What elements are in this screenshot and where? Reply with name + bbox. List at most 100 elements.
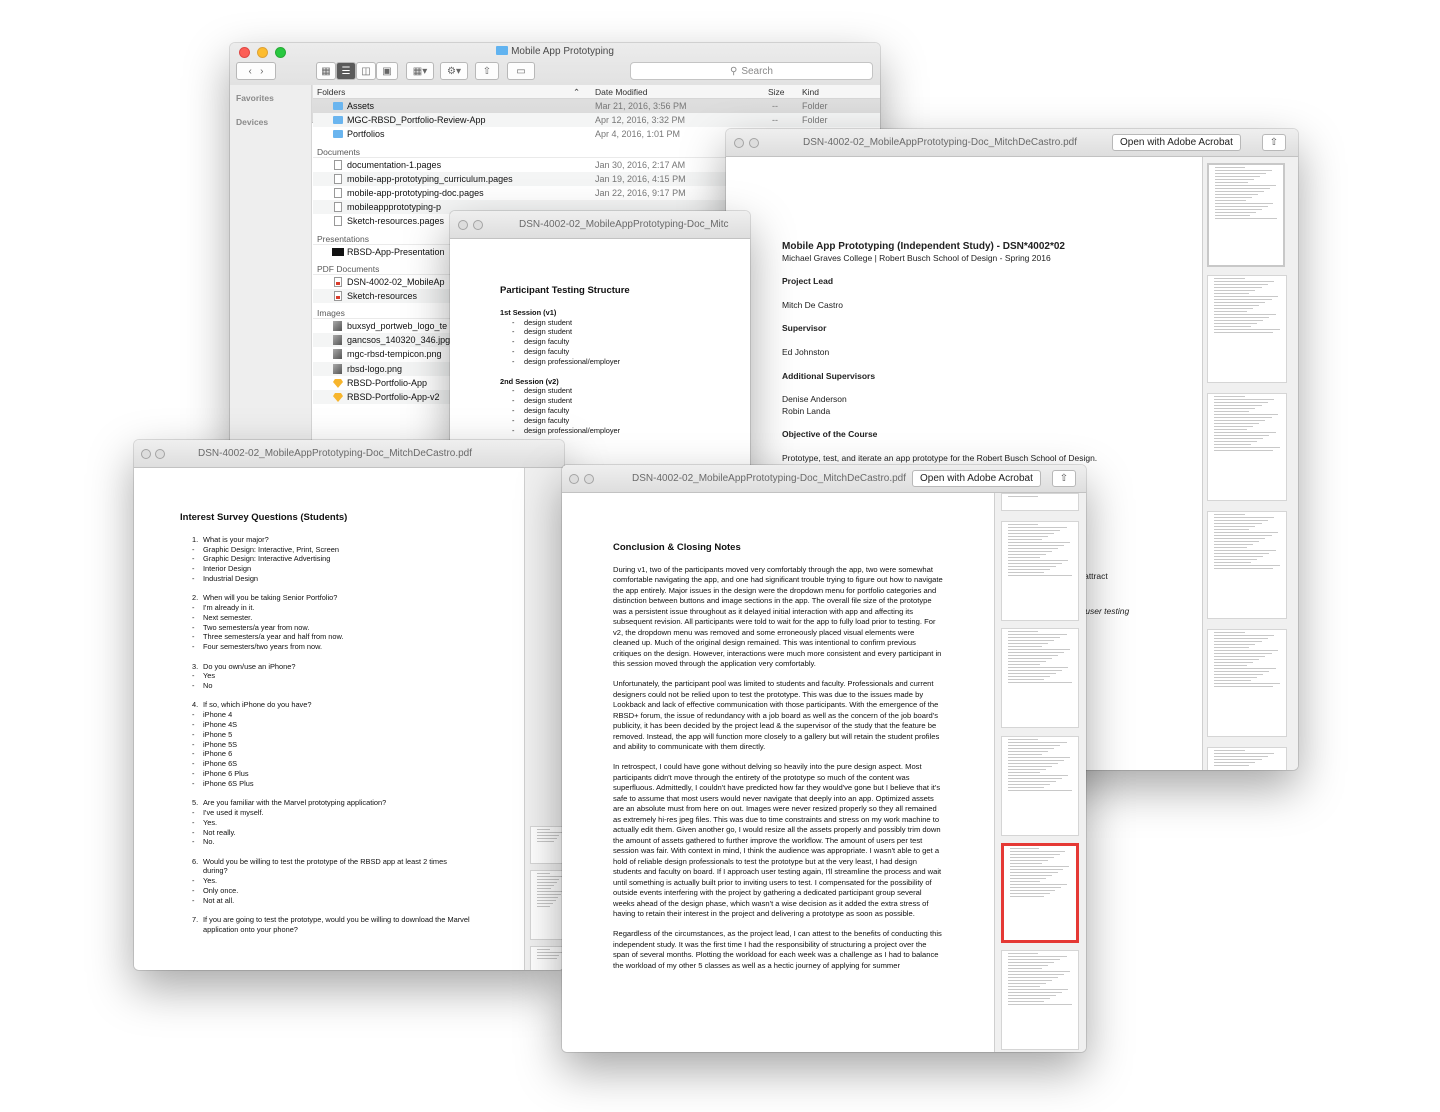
thumbnail-line bbox=[1214, 408, 1256, 409]
participant-item: design student bbox=[512, 386, 750, 396]
thumbnail-line bbox=[1008, 527, 1067, 528]
participant-text: design faculty bbox=[524, 415, 570, 425]
page-thumbnail[interactable] bbox=[530, 870, 564, 940]
share-button[interactable]: ⇧ bbox=[475, 62, 499, 80]
doc-icon bbox=[334, 187, 342, 198]
column-view-button[interactable]: ◫ bbox=[356, 62, 376, 80]
thumbnail-line bbox=[1008, 670, 1062, 671]
pdf-icon bbox=[334, 276, 342, 287]
doc-icon bbox=[334, 173, 342, 184]
share-icon[interactable]: ⇧ bbox=[1262, 134, 1286, 151]
minimize-button[interactable] bbox=[584, 474, 594, 484]
page-thumbnail[interactable] bbox=[1207, 393, 1287, 501]
close-button[interactable] bbox=[458, 220, 468, 230]
page-thumbnail[interactable] bbox=[1207, 747, 1287, 770]
column-kind[interactable]: Kind bbox=[802, 87, 819, 97]
cover-flow-button[interactable]: ▣ bbox=[376, 62, 398, 80]
answer-option: - Two semesters/a year from now. bbox=[180, 623, 524, 633]
doc-icon bbox=[334, 216, 342, 227]
share-icon[interactable]: ⇧ bbox=[1052, 470, 1076, 487]
list-view-button[interactable]: ☰ bbox=[336, 62, 356, 80]
file-name: MGC-RBSD_Portfolio-Review-App bbox=[347, 115, 486, 126]
thumbnail-line bbox=[537, 882, 557, 883]
thumbnail-line bbox=[1214, 674, 1264, 675]
thumbnail-line bbox=[1214, 411, 1250, 412]
close-button[interactable] bbox=[569, 474, 579, 484]
bullet-dash: - bbox=[192, 622, 195, 632]
option-text: iPhone 6 bbox=[203, 749, 233, 759]
thumbnail-line bbox=[1008, 968, 1043, 969]
thumbnail-line bbox=[537, 906, 551, 907]
thumbnail-line bbox=[1214, 284, 1268, 285]
bullet-dash: - bbox=[192, 895, 195, 905]
thumbnail-line bbox=[537, 829, 550, 830]
thumbnail-line bbox=[1214, 517, 1275, 518]
thumbnail-line bbox=[1214, 683, 1280, 684]
page-thumbnail[interactable] bbox=[1001, 736, 1079, 836]
close-button[interactable] bbox=[141, 449, 151, 459]
page-thumbnail[interactable] bbox=[530, 946, 564, 970]
answer-option: - Yes. bbox=[180, 818, 524, 828]
thumbnail-line bbox=[1214, 541, 1260, 542]
tags-button[interactable]: ▭ bbox=[507, 62, 535, 80]
minimize-button[interactable] bbox=[473, 220, 483, 230]
img-icon bbox=[333, 321, 342, 332]
page-thumbnail-selected[interactable] bbox=[1001, 843, 1079, 943]
page-thumbnail[interactable] bbox=[1207, 629, 1287, 737]
icon-view-button[interactable]: ▦ bbox=[316, 62, 336, 80]
thumbnail-line bbox=[537, 885, 554, 886]
page-thumbnail[interactable] bbox=[1207, 275, 1287, 383]
page-thumbnail[interactable] bbox=[1001, 628, 1079, 728]
sidebar-section-devices[interactable]: Devices bbox=[236, 117, 305, 127]
folder-icon bbox=[333, 102, 343, 110]
file-size: -- bbox=[772, 101, 778, 111]
column-name[interactable]: Folders bbox=[317, 87, 345, 97]
file-row[interactable]: MGC-RBSD_Portfolio-Review-App Apr 12, 201… bbox=[313, 113, 880, 128]
action-gear-button[interactable]: ⚙▾ bbox=[440, 62, 468, 80]
thumbnail-line bbox=[1214, 632, 1246, 633]
minimize-button[interactable] bbox=[749, 138, 759, 148]
thumbnail-line bbox=[1008, 560, 1069, 561]
thumbnail-line bbox=[1214, 441, 1257, 442]
option-text: iPhone 6S bbox=[203, 759, 238, 769]
page-thumbnail[interactable] bbox=[530, 826, 564, 864]
doc-subtitle: Michael Graves College | Robert Busch Sc… bbox=[782, 252, 1051, 263]
bullet-dash: - bbox=[192, 817, 195, 827]
close-button[interactable] bbox=[734, 138, 744, 148]
thumbnail-line bbox=[537, 888, 552, 889]
thumbnail-line bbox=[537, 876, 562, 877]
file-row[interactable]: Assets Mar 21, 2016, 3:56 PM -- Folder bbox=[313, 99, 880, 113]
sidebar-section-favorites[interactable]: Favorites bbox=[236, 93, 305, 103]
page-thumbnail[interactable] bbox=[1001, 493, 1079, 511]
thumbnail-line bbox=[1008, 983, 1046, 984]
page-thumbnail[interactable] bbox=[1207, 511, 1287, 619]
img-icon bbox=[333, 335, 342, 346]
minimize-button[interactable] bbox=[155, 449, 165, 459]
option-text: Yes. bbox=[203, 817, 218, 827]
objective-label: Objective of the Course bbox=[782, 429, 878, 440]
thumbnail-line bbox=[1008, 554, 1046, 555]
thumbnail-line bbox=[1008, 998, 1050, 999]
search-field[interactable]: ⚲ Search bbox=[630, 62, 873, 80]
thumbnail-line bbox=[1214, 668, 1276, 669]
column-date[interactable]: Date Modified bbox=[595, 87, 647, 97]
thumbnail-line bbox=[1214, 750, 1246, 751]
window-title: DSN-4002-02_MobileAppPrototyping-Doc_Mit… bbox=[519, 219, 729, 230]
folder-icon bbox=[333, 116, 343, 125]
column-size[interactable]: Size bbox=[768, 87, 785, 97]
participant-text: design professional/employer bbox=[524, 425, 621, 435]
thumbnail-line bbox=[537, 832, 562, 833]
participant-item: design faculty bbox=[512, 406, 750, 416]
thumbnail-line bbox=[1008, 989, 1069, 990]
thumbnail-line bbox=[1214, 423, 1260, 424]
supervisor-label: Supervisor bbox=[782, 323, 827, 334]
page-thumbnail[interactable] bbox=[1001, 521, 1079, 621]
back-forward-buttons[interactable]: ‹ › bbox=[236, 62, 276, 80]
arrange-button[interactable]: ▦▾ bbox=[406, 62, 434, 80]
page-thumbnail[interactable] bbox=[1001, 950, 1079, 1050]
open-with-acrobat-button[interactable]: Open with Adobe Acrobat bbox=[912, 470, 1041, 487]
open-with-acrobat-button[interactable]: Open with Adobe Acrobat bbox=[1112, 134, 1241, 151]
file-date: Apr 4, 2016, 1:01 PM bbox=[595, 129, 681, 140]
page-thumbnail[interactable] bbox=[1207, 163, 1285, 267]
thumbnail-line bbox=[1008, 1004, 1072, 1005]
